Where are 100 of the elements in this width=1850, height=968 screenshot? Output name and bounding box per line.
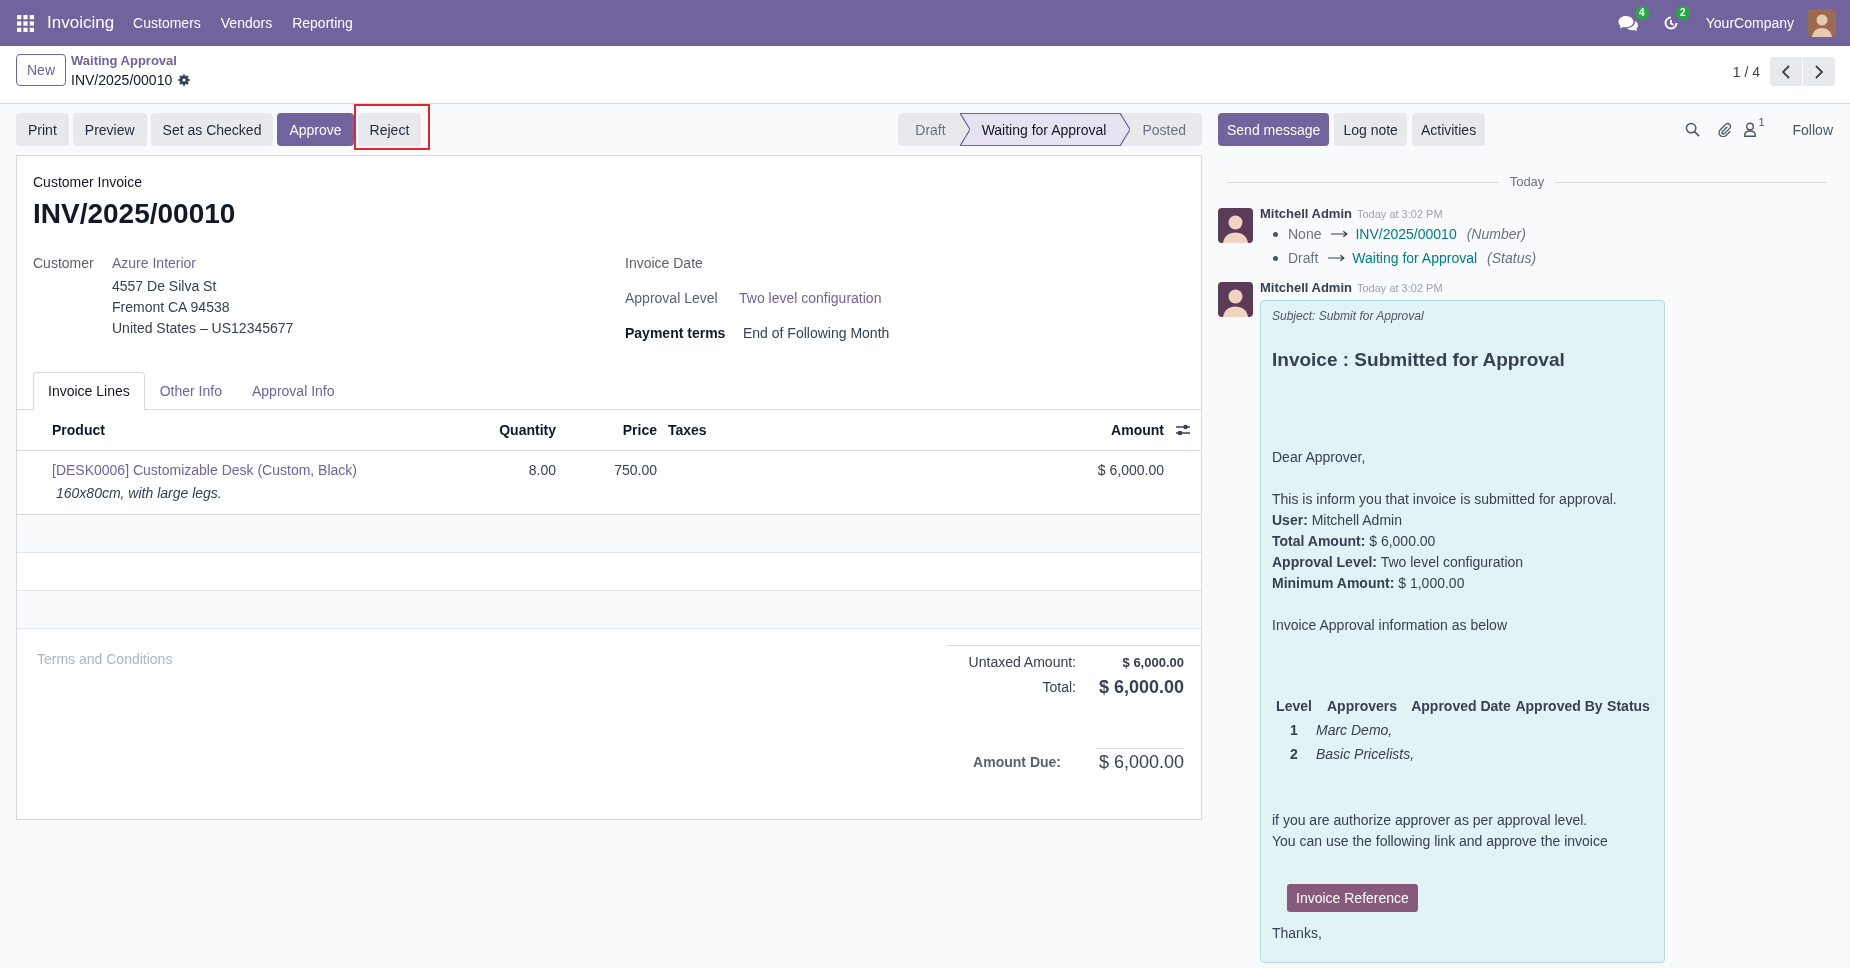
bullet-icon — [1273, 231, 1278, 237]
arrow-icon — [1328, 254, 1346, 262]
status-step[interactable]: Draft — [898, 113, 970, 146]
chatter-button[interactable]: Send message — [1218, 113, 1330, 146]
table-cell-text: 8.00 — [527, 461, 556, 480]
menu-item[interactable]: Vendors — [210, 15, 283, 31]
column-header[interactable]: Taxes — [657, 422, 1004, 438]
action-button[interactable]: Preview — [72, 113, 147, 146]
user-avatar[interactable] — [1218, 208, 1253, 243]
email-heading: Invoice : Submitted for Approval — [1272, 348, 1566, 372]
new-button[interactable]: New — [16, 54, 66, 86]
message-time: Today at 3:02 PM — [1356, 281, 1443, 296]
apps-icon[interactable] — [17, 14, 34, 32]
field-name: (Number) — [1466, 226, 1526, 242]
field-label: Payment terms — [625, 324, 727, 343]
follow-button[interactable]: Follow — [1792, 121, 1833, 138]
field-label: Approval Level — [625, 289, 719, 308]
previous-button[interactable] — [1770, 57, 1802, 86]
table-cell-text: Basic Pricelists, — [1316, 745, 1416, 765]
table-cell: 2 — [1272, 742, 1316, 767]
line-description: 160x80cm, with large legs. — [55, 484, 222, 503]
chatter-button[interactable]: Log note — [1334, 113, 1407, 146]
total-amount: $ 6,000.00 — [1097, 676, 1184, 698]
company-switcher[interactable]: YourCompany — [1705, 15, 1794, 31]
invoice-number: INV/2025/00010 — [33, 197, 237, 231]
menu-item[interactable]: Customers — [123, 15, 211, 31]
old-value: Draft — [1288, 250, 1319, 266]
column-header[interactable]: Quantity — [456, 422, 556, 438]
status-step[interactable]: Waiting for Approval — [969, 113, 1131, 146]
action-button[interactable]: Reject — [357, 113, 422, 146]
old-value: None — [1288, 226, 1322, 242]
message-time: Today at 3:02 PM — [1356, 207, 1443, 222]
email-text: Invoice Approval information as below — [1272, 616, 1509, 635]
table-header-cell-text: Level — [1275, 697, 1313, 716]
menu-item[interactable]: Reporting — [282, 15, 363, 31]
field-name: (Status) — [1487, 250, 1537, 266]
address-line: United States – US12345677 — [112, 319, 294, 338]
count-badge: 4 — [1634, 6, 1649, 20]
document-type: Customer Invoice — [33, 173, 143, 192]
column-header[interactable]: Price — [556, 422, 657, 438]
record-name: INV/2025/00010 — [71, 71, 173, 90]
pager-value[interactable]: 1 / 4 — [1732, 63, 1760, 80]
table-cell-text: Marc Demo, — [1316, 720, 1394, 740]
customer-link[interactable]: Azure Interior — [112, 252, 197, 274]
column-header[interactable]: Product — [52, 422, 456, 438]
new-value: INV/2025/00010 — [1355, 226, 1457, 242]
terms-field[interactable]: Terms and Conditions — [37, 649, 637, 669]
new-value: Waiting for Approval — [1352, 250, 1478, 266]
bullet-icon — [1273, 255, 1278, 261]
date-separator: Today — [1508, 173, 1546, 191]
column-header[interactable]: Amount — [1004, 422, 1164, 438]
user-avatar[interactable] — [1218, 282, 1253, 317]
action-button[interactable]: Print — [16, 113, 69, 146]
search-icon[interactable] — [1685, 122, 1701, 137]
tab[interactable]: Approval Info — [237, 372, 350, 410]
tab[interactable]: Other Info — [144, 372, 237, 410]
table-header-cell-text: Approved Date — [1410, 697, 1512, 716]
paperclip-icon[interactable] — [1717, 122, 1733, 137]
email-detail-line: Approval Level: Two level configuration — [1272, 553, 1525, 572]
email-text: Thanks, — [1272, 924, 1323, 943]
field-link[interactable]: Two level configuration — [739, 287, 882, 309]
next-button[interactable] — [1803, 57, 1835, 86]
field-label: Customer — [33, 254, 95, 273]
table-cell: 1 — [1272, 718, 1316, 743]
email-subject: Subject: Submit for Approval — [1272, 308, 1425, 325]
table-cell-text: 750.00 — [613, 461, 657, 480]
total-label: Total: — [1042, 679, 1076, 695]
product-link[interactable]: [DESK0006] Customizable Desk (Custom, Black) — [52, 460, 357, 480]
status-step[interactable]: Posted — [1130, 113, 1202, 146]
author-name[interactable]: Mitchell Admin — [1260, 280, 1352, 296]
chatter-button[interactable]: Activities — [1411, 113, 1486, 146]
field-value: End of Following Month — [742, 324, 890, 343]
table-header-cell-text: Status — [1606, 697, 1651, 716]
tab[interactable]: Invoice Lines — [33, 372, 145, 410]
follower-count: 1 — [1758, 117, 1765, 128]
breadcrumb-link[interactable]: Waiting Approval — [71, 54, 191, 68]
sliders-icon[interactable] — [1174, 423, 1191, 437]
action-button[interactable]: Approve — [277, 113, 354, 146]
total-amount: $ 6,000.00 — [1121, 654, 1184, 670]
field-label: Invoice Date — [625, 254, 704, 273]
chevron-right-icon — [1815, 64, 1823, 79]
email-text: You can use the following link and approve the invoice — [1272, 832, 1609, 851]
table-header-cell-text: Approved By — [1514, 697, 1604, 716]
user-avatar[interactable] — [1808, 9, 1836, 37]
total-label: Amount Due: — [973, 753, 1061, 770]
arrow-icon — [1331, 230, 1349, 238]
table-cell-text: $ 6,000.00 — [1096, 461, 1164, 480]
count-badge: 2 — [1675, 6, 1690, 20]
address-line: 4557 De Silva St — [112, 277, 218, 296]
gear-icon[interactable] — [178, 74, 191, 86]
clock-icon[interactable] — [1662, 15, 1679, 31]
messages-icon[interactable] — [1617, 15, 1638, 31]
invoice-reference-button[interactable]: Invoice Reference — [1287, 884, 1418, 912]
author-name[interactable]: Mitchell Admin — [1260, 206, 1352, 222]
person-icon[interactable] — [1744, 122, 1757, 137]
email-text: if you are authorize approver as per approval level. — [1272, 811, 1589, 830]
app-name[interactable]: Invoicing — [47, 13, 115, 33]
table-header-cell-text: Approvers — [1326, 697, 1398, 716]
total-amount: $ 6,000.00 — [1096, 748, 1184, 775]
action-button[interactable]: Set as Checked — [150, 113, 274, 146]
